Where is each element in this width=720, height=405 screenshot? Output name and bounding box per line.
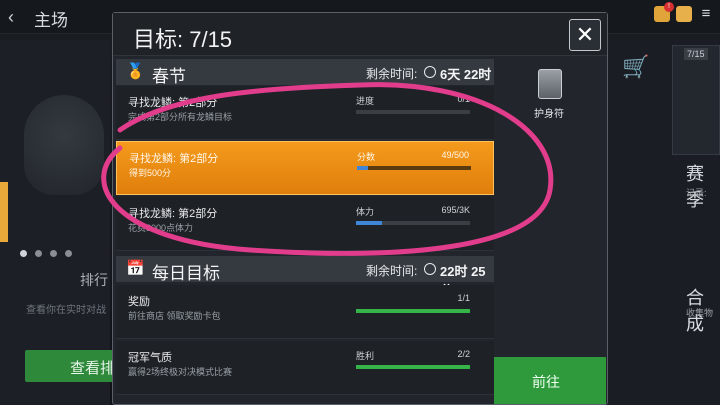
view-ranking-button-label: 查看排: [70, 360, 116, 377]
goal-row-selected[interactable]: 寻找龙鳞: 第2部分 得到500分 分数 49/500: [116, 141, 494, 195]
go-button[interactable]: 前往: [494, 357, 606, 404]
progress-value: 695/3K: [441, 205, 470, 215]
progress-value: 1/1: [457, 293, 470, 303]
progress-value: 0/1: [457, 94, 470, 104]
progress-fill: [357, 166, 369, 170]
modal-title: 目标: 7/15: [133, 27, 233, 52]
ranking-label: 排行: [80, 272, 108, 288]
ranking-emblem-icon: [24, 95, 104, 195]
calendar-icon: 📅: [126, 260, 145, 277]
goal-description: 前往商店 领取奖励卡包: [128, 311, 221, 321]
goal-row[interactable]: 寻找龙鳞: 第2部分 花费3000点体力 体力 695/3K: [116, 197, 494, 251]
ranking-subtitle: 查看你在实时对战: [26, 305, 106, 316]
time-remaining-label: 剩余时间:: [366, 67, 418, 81]
close-button[interactable]: ✕: [569, 19, 601, 51]
section-title: 春节: [152, 67, 186, 86]
right-card[interactable]: [672, 45, 720, 155]
clock-icon: [424, 263, 436, 275]
goal-title: 寻找龙鳞: 第2部分: [128, 97, 218, 109]
section-header-daily-goals: 📅 每日目标 剩余时间: 22时 25分: [116, 256, 494, 298]
goal-description: 花费3000点体力: [128, 223, 194, 233]
amulet-icon[interactable]: [538, 69, 562, 99]
progress-value: 2/2: [457, 349, 470, 359]
time-remaining-label: 剩余时间:: [366, 264, 418, 278]
progress-label: 胜利: [356, 351, 375, 361]
back-icon[interactable]: ‹: [8, 7, 28, 27]
progress-fill: [356, 309, 470, 313]
progress-value: 49/500: [441, 150, 469, 160]
progress-fill: [356, 221, 383, 225]
reward-column: 护身符: [494, 59, 606, 359]
goals-list: 🏅 春节 剩余时间: 6天 22时 寻找龙鳞: 第2部分 完成第2部分所有龙鳞目…: [116, 59, 494, 403]
right-card-badge: 7/15: [684, 48, 708, 60]
amulet-label: 护身符: [534, 109, 564, 120]
menu-icon[interactable]: ≡: [698, 6, 714, 22]
coin-icon[interactable]: !: [654, 2, 674, 22]
progress-label: 分数: [357, 152, 376, 162]
progress-label: 进度: [356, 96, 375, 106]
left-side-tab[interactable]: [0, 182, 8, 242]
goal-title: 寻找龙鳞: 第2部分: [128, 208, 218, 220]
goal-title: 寻找龙鳞: 第2部分: [129, 153, 219, 165]
mail-icon[interactable]: [676, 6, 692, 22]
go-button-label: 前往: [532, 374, 560, 390]
modal-header: 目标: 7/15 ✕: [113, 13, 607, 56]
time-remaining-value: 6天 22时: [440, 67, 492, 82]
progress-bar: [356, 365, 470, 369]
goals-modal: 目标: 7/15 ✕ 🏅 春节 剩余时间: 6天 22时 寻找龙鳞: 第2部分 …: [112, 12, 608, 405]
season-subtitle: 记录:: [686, 188, 707, 198]
progress-bar: [356, 110, 470, 114]
home-title: 主场: [34, 11, 68, 30]
clock-icon: [424, 66, 436, 78]
section-title: 每日目标: [152, 264, 220, 283]
cart-icon[interactable]: 🛒: [622, 54, 649, 80]
medal-icon: 🏅: [126, 63, 145, 80]
progress-fill: [356, 365, 470, 369]
goal-description: 得到500分: [129, 168, 172, 178]
goal-row[interactable]: 冠军气质 赢得2场终极对决模式比赛 胜利 2/2: [116, 341, 494, 395]
top-icons: ! ≡: [654, 2, 714, 22]
goal-row[interactable]: 奖励 前往商店 领取奖励卡包 1/1: [116, 285, 494, 339]
notification-badge: !: [664, 2, 674, 12]
craft-subtitle: 收集物: [686, 308, 714, 318]
section-header-spring-festival: 🏅 春节 剩余时间: 6天 22时: [116, 59, 494, 86]
goal-description: 赢得2场终极对决模式比赛: [128, 367, 233, 377]
goal-title: 奖励: [128, 296, 150, 308]
goal-row[interactable]: 寻找龙鳞: 第2部分 完成第2部分所有龙鳞目标 进度 0/1: [116, 86, 494, 140]
progress-bar: [356, 221, 470, 225]
carousel-dots[interactable]: [20, 250, 72, 257]
progress-bar: [356, 309, 470, 313]
goal-title: 冠军气质: [128, 352, 172, 364]
progress-bar: [357, 166, 471, 170]
goal-description: 完成第2部分所有龙鳞目标: [128, 112, 233, 122]
progress-label: 体力: [356, 207, 375, 217]
